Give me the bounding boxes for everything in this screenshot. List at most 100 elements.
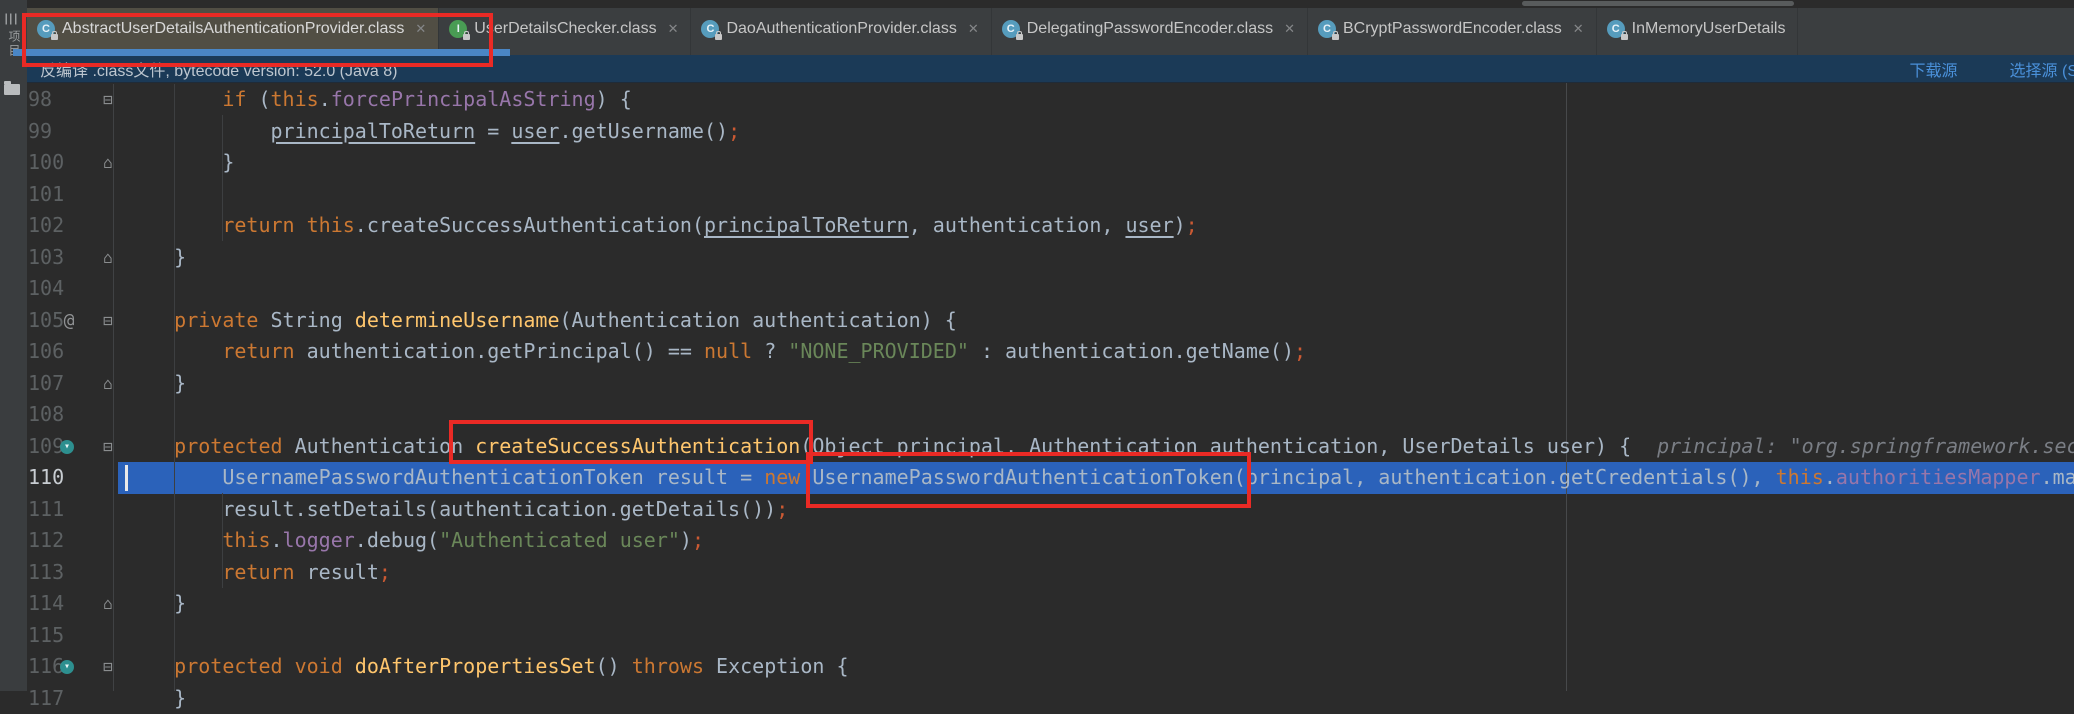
- fold-marker-end[interactable]: ⌂: [98, 588, 118, 620]
- fold-marker-end[interactable]: ⌂: [98, 147, 118, 179]
- code-token: this: [271, 87, 319, 111]
- code-line[interactable]: 98⊟if (this.forcePrincipalAsString) {: [0, 84, 2074, 116]
- line-number[interactable]: 104: [28, 273, 64, 305]
- line-number[interactable]: 110: [28, 462, 64, 494]
- code-token: , authentication,: [909, 213, 1126, 237]
- code-token: principalToReturn: [704, 213, 909, 237]
- tab-label: InMemoryUserDetails: [1632, 20, 1786, 38]
- code-line[interactable]: 107 ⌂}: [0, 368, 2074, 400]
- fold-marker-end[interactable]: ⌂: [98, 242, 118, 274]
- annotation-gutter-icon[interactable]: @: [56, 305, 82, 337]
- code-line[interactable]: 100 ⌂}: [0, 147, 2074, 179]
- tab-close-icon[interactable]: ✕: [968, 21, 979, 37]
- editor-tab[interactable]: CBCryptPasswordEncoder.class✕: [1308, 8, 1597, 55]
- code-line[interactable]: 108: [0, 399, 2074, 431]
- code-line[interactable]: 103⌂}: [0, 242, 2074, 274]
- code-line[interactable]: 117}: [0, 683, 2074, 714]
- code-line[interactable]: 99 principalToReturn = user.getUsername()…: [0, 116, 2074, 148]
- code-line[interactable]: 101: [0, 179, 2074, 211]
- code-token: }: [174, 591, 186, 615]
- code-token: return: [222, 560, 294, 584]
- code-line[interactable]: 115: [0, 620, 2074, 652]
- code-token: private: [174, 308, 258, 332]
- code-token: ?: [752, 339, 788, 363]
- lock-badge: [1016, 34, 1023, 40]
- code-token: }: [174, 686, 186, 710]
- code-token: result.setDetails(authentication.getDeta…: [222, 497, 776, 521]
- code-token: .map: [2041, 465, 2074, 489]
- fold-marker-minus[interactable]: ⊟: [98, 651, 118, 683]
- tab-label: DelegatingPasswordEncoder.class: [1027, 20, 1273, 38]
- line-number[interactable]: 109: [28, 431, 64, 463]
- code-token: forcePrincipalAsString: [331, 87, 596, 111]
- code-token: }: [174, 371, 186, 395]
- code-token: (: [246, 87, 270, 111]
- text-caret: [125, 465, 128, 491]
- code-token: ) {: [596, 87, 632, 111]
- code-token: this: [307, 213, 355, 237]
- line-number[interactable]: 112: [28, 525, 64, 557]
- code-line-text: [118, 273, 2074, 305]
- code-token: : authentication.getName(): [969, 339, 1294, 363]
- code-token: determineUsername: [355, 308, 560, 332]
- fold-marker-minus[interactable]: ⊟: [98, 305, 118, 337]
- line-number[interactable]: 102: [28, 210, 64, 242]
- line-number[interactable]: 111: [28, 494, 64, 526]
- code-editor[interactable]: 98⊟if (this.forcePrincipalAsString) {99p…: [0, 84, 2074, 714]
- code-line[interactable]: 113return result;: [0, 557, 2074, 589]
- code-token: user: [511, 119, 559, 143]
- line-number[interactable]: 106: [28, 336, 64, 368]
- line-number[interactable]: 99: [28, 116, 52, 148]
- code-token: .createSuccessAuthentication(: [355, 213, 704, 237]
- overridden-method-icon[interactable]: ▾: [60, 440, 74, 454]
- code-line[interactable]: 104: [0, 273, 2074, 305]
- code-line[interactable]: 105@⊟private String determineUsername(Au…: [0, 305, 2074, 337]
- code-line[interactable]: 116▾⊟protected void doAfterPropertiesSet…: [0, 651, 2074, 683]
- editor-tab[interactable]: CDelegatingPasswordEncoder.class✕: [992, 8, 1308, 55]
- line-number[interactable]: 101: [28, 179, 64, 211]
- line-number[interactable]: 100: [28, 147, 64, 179]
- code-token: [283, 654, 295, 678]
- line-number[interactable]: 114: [28, 588, 64, 620]
- tab-close-icon[interactable]: ✕: [1573, 21, 1584, 37]
- banner-link[interactable]: 下载源: [1910, 57, 1958, 81]
- code-token: =: [475, 119, 511, 143]
- code-line-text: }: [118, 368, 2074, 400]
- banner-link[interactable]: 选择源 (S: [2010, 57, 2074, 81]
- code-line[interactable]: 102 return this.createSuccessAuthenticati…: [0, 210, 2074, 242]
- code-token: return: [222, 339, 294, 363]
- editor-tab[interactable]: CDaoAuthenticationProvider.class✕: [691, 8, 991, 55]
- code-token: null: [704, 339, 752, 363]
- code-token: principalToReturn: [270, 119, 475, 143]
- fold-marker-minus[interactable]: ⊟: [98, 84, 118, 116]
- folder-icon[interactable]: [4, 84, 20, 95]
- fold-marker-end[interactable]: ⌂: [98, 368, 118, 400]
- editor-tab[interactable]: CInMemoryUserDetails: [1597, 8, 1799, 55]
- code-line[interactable]: 106return authentication.getPrincipal() …: [0, 336, 2074, 368]
- class-icon: C: [1318, 20, 1336, 38]
- code-token: ;: [692, 528, 704, 552]
- code-token: ): [680, 528, 692, 552]
- code-token: }: [222, 150, 234, 174]
- fold-marker-minus[interactable]: ⊟: [98, 431, 118, 463]
- code-line[interactable]: 114 ⌂}: [0, 588, 2074, 620]
- line-number[interactable]: 108: [28, 399, 64, 431]
- tabs-scrollbar-thumb[interactable]: [1522, 1, 1794, 6]
- line-number[interactable]: 107: [28, 368, 64, 400]
- code-line[interactable]: 112this.logger.debug("Authenticated user…: [0, 525, 2074, 557]
- overridden-method-icon[interactable]: ▾: [60, 660, 74, 674]
- tab-close-icon[interactable]: ✕: [668, 21, 679, 37]
- line-number[interactable]: 117: [28, 683, 64, 714]
- line-number[interactable]: 115: [28, 620, 64, 652]
- tab-close-icon[interactable]: ✕: [1284, 21, 1295, 37]
- line-number[interactable]: 98: [28, 84, 52, 116]
- line-number[interactable]: 116: [28, 651, 64, 683]
- line-number[interactable]: 103: [28, 242, 64, 274]
- code-token: .getUsername(): [559, 119, 728, 143]
- line-number[interactable]: 113: [28, 557, 64, 589]
- code-token: new: [764, 465, 800, 489]
- code-token: return: [222, 213, 294, 237]
- code-token: logger: [283, 528, 355, 552]
- code-token: Exception {: [704, 654, 849, 678]
- hamburger-icon[interactable]: ☰: [2, 12, 20, 25]
